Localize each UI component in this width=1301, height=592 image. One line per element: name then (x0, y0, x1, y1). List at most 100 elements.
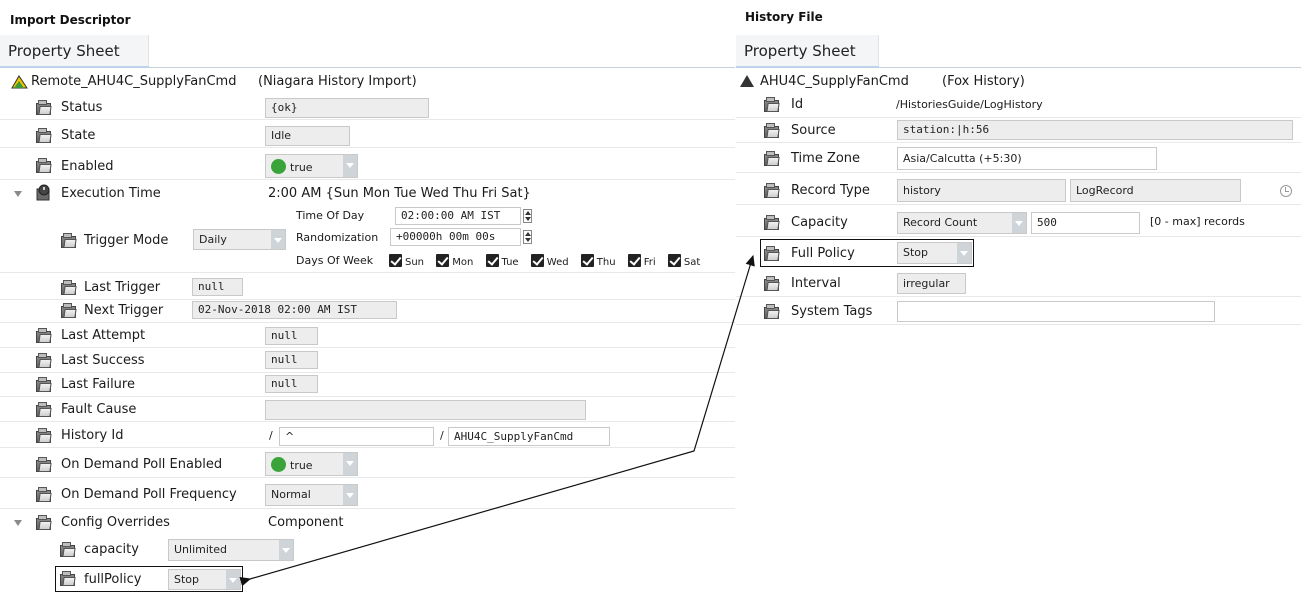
enabled-dropdown[interactable]: true (265, 154, 358, 178)
chevron-down-icon (957, 243, 971, 263)
checkbox-mon[interactable] (436, 254, 450, 267)
on-demand-poll-enabled-label: On Demand Poll Enabled (61, 457, 223, 472)
interval-field: irregular (897, 273, 966, 294)
capacity-mode-value: Record Count (903, 216, 978, 229)
tab-label: Property Sheet (8, 42, 120, 60)
on-demand-poll-frequency-label: On Demand Poll Frequency (61, 487, 237, 502)
state-field: Idle (265, 126, 350, 146)
on-demand-poll-frequency-dropdown[interactable]: Normal (265, 484, 358, 506)
property-icon (36, 515, 53, 530)
expand-toggle-icon[interactable] (14, 520, 22, 526)
system-tags-field[interactable] (897, 301, 1215, 322)
fault-cause-row: Fault Cause (0, 398, 735, 422)
override-capacity-dropdown[interactable]: Unlimited (168, 539, 294, 561)
chevron-down-icon (226, 570, 240, 589)
config-overrides-row: Config Overrides Component (0, 511, 735, 535)
record-type-row: Record Type history LogRecord (736, 177, 1301, 205)
tab-bar: Property Sheet (736, 35, 1301, 68)
time-spinner-icon[interactable] (523, 209, 532, 223)
history-file-heading: History File (745, 10, 823, 24)
randomization-label: Randomization (296, 231, 379, 244)
days-of-week-checkboxes: Sun Mon Tue Wed Thu Fri Sat (380, 254, 700, 268)
history-id-label: History Id (61, 428, 124, 443)
system-tags-label: System Tags (791, 304, 873, 319)
trigger-mode-label: Trigger Mode (84, 233, 169, 248)
active-tab-indicator (736, 66, 879, 68)
property-icon (36, 457, 53, 472)
checkbox-sat[interactable] (667, 254, 681, 267)
interval-label: Interval (791, 276, 841, 291)
property-icon (36, 328, 53, 343)
root-node-name: AHU4C_SupplyFanCmd (760, 74, 909, 89)
checkbox-tue[interactable] (485, 254, 499, 267)
on-demand-poll-enabled-row: On Demand Poll Enabled true (0, 450, 735, 478)
trigger-mode-value: Daily (199, 233, 227, 246)
property-icon (61, 233, 78, 248)
override-full-policy-row: fullPolicy Stop (56, 567, 242, 591)
full-policy-row: Full Policy Stop (736, 241, 1301, 267)
root-node-row[interactable]: Remote_AHU4C_SupplyFanCmd (Niagara Histo… (0, 72, 735, 92)
time-zone-row: Time Zone Asia/Calcutta (+5:30) (736, 145, 1301, 173)
property-icon (764, 151, 781, 166)
last-success-field: null (265, 351, 318, 369)
time-zone-field[interactable]: Asia/Calcutta (+5:30) (897, 147, 1157, 170)
property-icon (36, 128, 53, 143)
root-node-name: Remote_AHU4C_SupplyFanCmd (31, 74, 237, 89)
time-zone-label: Time Zone (791, 151, 861, 166)
capacity-range-note: [0 - max] records (1150, 215, 1245, 228)
chevron-down-icon (343, 155, 357, 177)
checkbox-sun[interactable] (389, 254, 402, 267)
config-overrides-value: Component (268, 515, 344, 530)
history-file-panel: History File Property Sheet AHU4C_Supply… (736, 0, 1301, 592)
day-label: Thu (596, 257, 616, 268)
full-policy-dropdown[interactable]: Stop (897, 242, 972, 264)
expand-toggle-icon[interactable] (14, 191, 22, 197)
randomization-field[interactable]: +00000h 00m 00s (390, 228, 521, 246)
root-node-row[interactable]: AHU4C_SupplyFanCmd (Fox History) (736, 72, 1301, 92)
last-failure-row: Last Failure null (0, 373, 735, 397)
property-icon (764, 276, 781, 291)
config-overrides-label: Config Overrides (61, 515, 170, 530)
last-trigger-field: null (192, 278, 243, 296)
clock-icon (1280, 185, 1292, 197)
last-success-row: Last Success null (0, 349, 735, 373)
record-type-module-field: history (897, 179, 1066, 202)
property-icon (36, 377, 53, 392)
capacity-label: Capacity (791, 215, 848, 230)
on-demand-poll-enabled-dropdown[interactable]: true (265, 452, 358, 476)
history-id-name-field[interactable]: AHU4C_SupplyFanCmd (448, 427, 610, 446)
clock-property-icon (36, 184, 50, 201)
source-row: Source station:|h:56 (736, 119, 1301, 143)
chevron-down-icon (271, 230, 285, 249)
property-icon (36, 402, 53, 417)
property-icon (764, 215, 781, 230)
property-icon (764, 183, 781, 198)
capacity-value-field[interactable]: 500 (1031, 212, 1140, 234)
id-row: Id /HistoriesGuide/LogHistory (736, 94, 1301, 118)
status-label: Status (61, 100, 103, 115)
trigger-mode-dropdown[interactable]: Daily (193, 229, 286, 250)
override-full-policy-dropdown[interactable]: Stop (168, 569, 241, 590)
checkbox-thu[interactable] (580, 254, 594, 267)
root-node-type: (Niagara History Import) (258, 74, 417, 89)
property-icon (36, 353, 53, 368)
property-icon (60, 571, 77, 586)
next-trigger-row: Next Trigger 02-Nov-2018 02:00 AM IST (0, 299, 735, 323)
override-full-policy-label: fullPolicy (84, 572, 142, 587)
override-full-policy-value: Stop (174, 573, 200, 586)
time-of-day-label: Time Of Day (296, 209, 365, 222)
tab-property-sheet[interactable]: Property Sheet (0, 35, 149, 68)
history-id-device-field[interactable]: ^ (279, 427, 434, 446)
property-icon (764, 123, 781, 138)
checkbox-fri[interactable] (627, 254, 641, 267)
last-attempt-row: Last Attempt null (0, 324, 735, 348)
status-field: {ok} (265, 98, 429, 118)
time-of-day-field[interactable]: 02:00:00 AM IST (395, 207, 521, 225)
randomization-spinner-icon[interactable] (523, 230, 532, 244)
checkbox-wed[interactable] (530, 254, 544, 267)
history-icon (740, 75, 754, 87)
day-label: Wed (546, 257, 569, 268)
tab-property-sheet[interactable]: Property Sheet (736, 35, 879, 68)
capacity-mode-dropdown[interactable]: Record Count (897, 212, 1027, 234)
day-label: Mon (452, 257, 474, 268)
